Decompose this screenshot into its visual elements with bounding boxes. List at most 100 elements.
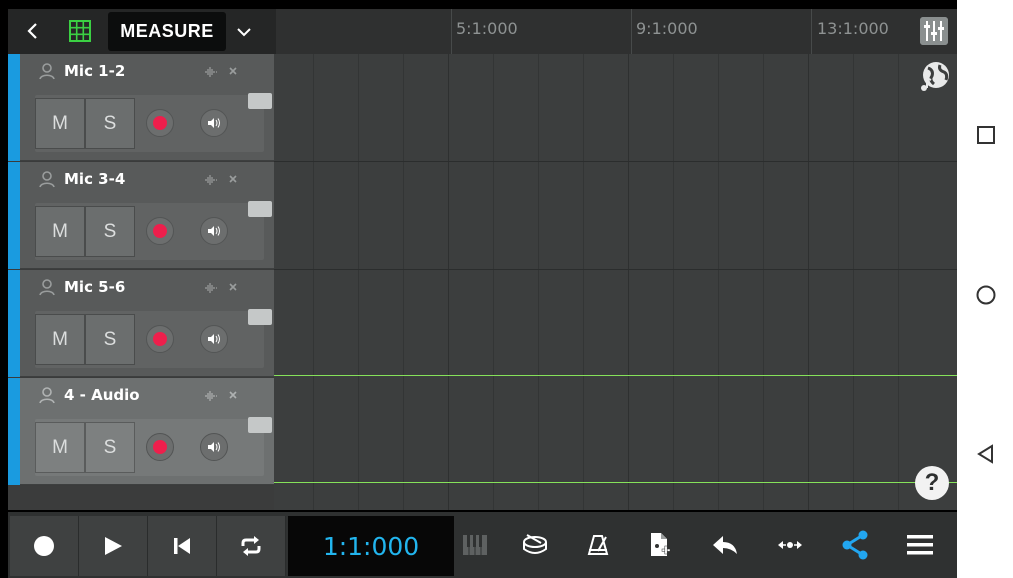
grid-line: [763, 54, 764, 510]
input-monitor-icon[interactable]: [38, 170, 56, 188]
ruler-tick: [811, 9, 812, 54]
keyboard-icon[interactable]: [460, 530, 490, 560]
mixer-icon[interactable]: [920, 17, 948, 45]
record-arm-button[interactable]: [146, 217, 174, 245]
timeline-ruler[interactable]: 5:1:000 9:1:000 13:1:000: [276, 9, 957, 54]
grid-line: [493, 54, 494, 510]
waveform-icon[interactable]: [204, 66, 218, 78]
recent-apps-icon[interactable]: [975, 124, 997, 146]
undo-icon[interactable]: [710, 530, 740, 560]
track-header[interactable]: Mic 3-4 M S: [8, 162, 274, 269]
waveform-icon[interactable]: [204, 174, 218, 186]
track-header-selected[interactable]: 4 - Audio M S: [8, 378, 274, 485]
grid-line: [853, 54, 854, 510]
timecode-display[interactable]: 1:1:000: [288, 516, 454, 576]
rewind-to-start-button[interactable]: [148, 516, 217, 576]
close-icon[interactable]: [228, 66, 238, 76]
fit-horizontal-icon[interactable]: [775, 530, 805, 560]
input-monitor-icon[interactable]: [38, 386, 56, 404]
system-navigation-bar: [957, 0, 1013, 578]
close-icon[interactable]: [228, 174, 238, 184]
ruler-tick: [631, 9, 632, 54]
input-monitor-icon[interactable]: [38, 62, 56, 80]
record-arm-button[interactable]: [146, 325, 174, 353]
mute-button[interactable]: M: [35, 422, 85, 473]
grid-line: [403, 54, 404, 510]
record-button[interactable]: [10, 516, 79, 576]
grid-line: [718, 54, 719, 510]
back-arrow-icon[interactable]: [22, 20, 44, 42]
globe-music-icon[interactable]: [918, 60, 952, 94]
track-name[interactable]: Mic 1-2: [64, 62, 125, 80]
volume-fader-handle[interactable]: [248, 201, 272, 217]
grid-line: [898, 54, 899, 510]
drum-icon[interactable]: [520, 530, 550, 560]
back-icon[interactable]: [975, 443, 997, 465]
speaker-icon: [208, 118, 220, 128]
lane-divider: [274, 269, 957, 270]
track-header-toolbar: MEASURE: [8, 9, 276, 54]
timebase-selector[interactable]: MEASURE: [108, 12, 226, 51]
solo-button[interactable]: S: [85, 422, 135, 473]
volume-fader-handle[interactable]: [248, 93, 272, 109]
monitor-button[interactable]: [200, 433, 228, 461]
track-header[interactable]: Mic 5-6 M S: [8, 270, 274, 377]
close-icon[interactable]: [228, 390, 238, 400]
record-icon: [34, 536, 54, 556]
mute-button[interactable]: M: [35, 98, 85, 149]
loop-button[interactable]: [217, 516, 286, 576]
waveform-icon[interactable]: [204, 282, 218, 294]
solo-button[interactable]: S: [85, 98, 135, 149]
loop-icon: [241, 536, 261, 556]
menu-icon[interactable]: [905, 530, 935, 560]
record-arm-button[interactable]: [146, 109, 174, 137]
ruler-tick: [451, 9, 452, 54]
play-icon: [105, 537, 122, 555]
play-button[interactable]: [79, 516, 148, 576]
loop-range-line: [274, 482, 957, 483]
mute-button[interactable]: M: [35, 314, 85, 365]
volume-fader-handle[interactable]: [248, 309, 272, 325]
grid-line: [448, 54, 449, 510]
speaker-icon: [208, 226, 220, 236]
monitor-button[interactable]: [200, 217, 228, 245]
input-monitor-icon[interactable]: [38, 278, 56, 296]
track-name[interactable]: 4 - Audio: [64, 386, 140, 404]
transport-toolbar: 1:1:000: [8, 512, 957, 578]
mute-button[interactable]: M: [35, 206, 85, 257]
grid-line: [538, 54, 539, 510]
help-button[interactable]: ?: [915, 466, 949, 500]
ruler-label: 9:1:000: [636, 19, 698, 38]
solo-button[interactable]: S: [85, 314, 135, 365]
chevron-down-icon[interactable]: [234, 22, 254, 42]
record-arm-button[interactable]: [146, 433, 174, 461]
track-list: Mic 1-2 M S Mic 3-4 M S Mic 5-6 M S 4 - …: [8, 54, 274, 486]
waveform-icon[interactable]: [204, 390, 218, 402]
share-icon[interactable]: [840, 530, 870, 560]
monitor-button[interactable]: [200, 325, 228, 353]
volume-fader-handle[interactable]: [248, 417, 272, 433]
monitor-button[interactable]: [200, 109, 228, 137]
solo-button[interactable]: S: [85, 206, 135, 257]
grid-line: [628, 54, 629, 510]
lane-divider: [274, 161, 957, 162]
add-file-icon[interactable]: [645, 530, 675, 560]
track-name[interactable]: Mic 3-4: [64, 170, 125, 188]
close-icon[interactable]: [228, 282, 238, 292]
grid-line: [313, 54, 314, 510]
track-header[interactable]: Mic 1-2 M S: [8, 54, 274, 161]
home-icon[interactable]: [975, 284, 997, 306]
track-list-footer: [8, 486, 274, 510]
grid-line: [808, 54, 809, 510]
loop-range-line: [274, 375, 957, 376]
ruler-label: 5:1:000: [456, 19, 518, 38]
grid-line: [583, 54, 584, 510]
track-color-strip: [8, 378, 20, 485]
grid-line: [673, 54, 674, 510]
track-name[interactable]: Mic 5-6: [64, 278, 125, 296]
arrange-view[interactable]: ?: [274, 54, 957, 510]
track-color-strip: [8, 162, 20, 269]
snap-grid-icon[interactable]: [67, 18, 93, 44]
metronome-icon[interactable]: [583, 530, 613, 560]
ruler-label: 13:1:000: [817, 19, 889, 38]
